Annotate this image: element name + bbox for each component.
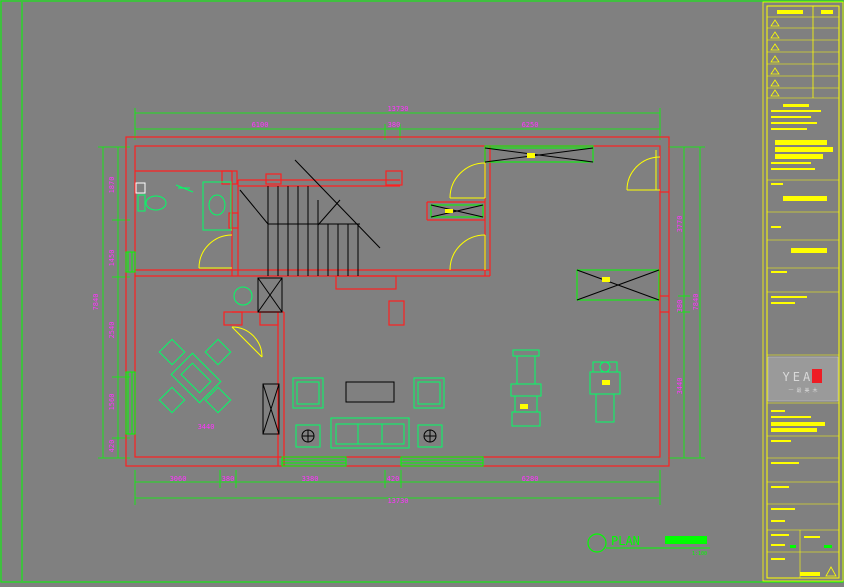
display-stands bbox=[510, 349, 621, 427]
dim-left-3: 2540 bbox=[108, 322, 116, 339]
dim-inner-width: 3440 bbox=[198, 423, 215, 431]
logo-accent bbox=[812, 369, 822, 383]
dim-top-total: 13730 bbox=[387, 105, 408, 113]
dim-right-1: 3770 bbox=[676, 216, 684, 233]
drawing-frame bbox=[0, 0, 844, 583]
plan-title-text: PLAN bbox=[611, 534, 640, 548]
dimension-lines bbox=[98, 108, 705, 505]
dim-bottom-4: 420 bbox=[387, 475, 400, 483]
dim-right-total: 7840 bbox=[692, 294, 700, 311]
dining-table-set bbox=[158, 338, 232, 414]
living-room-furniture bbox=[292, 377, 445, 449]
dim-bottom-5: 6280 bbox=[522, 475, 539, 483]
staircase bbox=[239, 159, 381, 276]
dim-left-4: 1560 bbox=[108, 394, 116, 411]
dim-right-3: 3440 bbox=[676, 378, 684, 395]
dim-top-right: 6250 bbox=[522, 121, 539, 129]
dim-bottom-2: 380 bbox=[222, 475, 235, 483]
title-block-green-marks bbox=[790, 545, 832, 548]
title-block-text-bars bbox=[771, 10, 833, 576]
company-logo-sub: 一 最 美 木 bbox=[788, 387, 817, 394]
floor-plan-svg: 13730 6100 380 6250 3060 380 3380 420 62… bbox=[0, 0, 844, 583]
floor-plan-drawing: 13730 6100 380 6250 3060 380 3380 420 62… bbox=[0, 0, 844, 583]
light-fixtures bbox=[445, 153, 610, 409]
dim-bottom-1: 3060 bbox=[170, 475, 187, 483]
cross-fixtures bbox=[257, 147, 660, 435]
plan-title-marker bbox=[587, 533, 607, 553]
dim-bottom-3: 3380 bbox=[302, 475, 319, 483]
dim-left-total: 7840 bbox=[92, 294, 100, 311]
dim-bottom-total: 13730 bbox=[387, 497, 408, 505]
dim-top-left: 6100 bbox=[252, 121, 269, 129]
dim-left-2: 1450 bbox=[108, 250, 116, 267]
bathroom-fixtures bbox=[135, 181, 253, 306]
plan-scale-text: 1:100 bbox=[692, 551, 707, 557]
dim-left-1: 1870 bbox=[108, 177, 116, 194]
dim-right-2: 380 bbox=[676, 300, 684, 313]
plan-title: PLAN 1:100 bbox=[587, 533, 710, 557]
dimension-texts: 13730 6100 380 6250 3060 380 3380 420 62… bbox=[92, 105, 700, 505]
dim-left-5: 420 bbox=[108, 440, 116, 453]
plan-title-tag bbox=[665, 536, 707, 544]
dim-top-mid: 380 bbox=[388, 121, 401, 129]
title-block: YEAH 一 最 美 木 bbox=[762, 1, 844, 582]
